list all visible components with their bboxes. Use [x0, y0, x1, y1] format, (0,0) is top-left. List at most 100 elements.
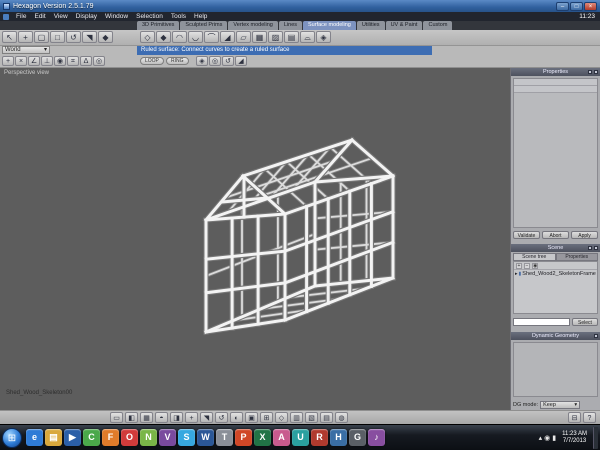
view-tool-5[interactable]: +	[185, 412, 198, 423]
view-tool-12[interactable]: ▥	[290, 412, 303, 423]
validate-button[interactable]: Validate	[513, 231, 540, 239]
view-tool-9[interactable]: ▣	[245, 412, 258, 423]
select-tool-0[interactable]: ↖	[2, 31, 17, 43]
menu-2[interactable]: View	[50, 12, 72, 21]
taskbar-clock[interactable]: 11:23 AM 7/7/2013	[559, 431, 590, 445]
surface-tool-3[interactable]: ◡	[188, 31, 203, 43]
surface-tool-2[interactable]: ◠	[172, 31, 187, 43]
panel-collapse-icon[interactable]	[588, 246, 592, 250]
view-tool-11[interactable]: ◇	[275, 412, 288, 423]
taskbar-icon-powerpoint[interactable]: P	[235, 429, 252, 446]
loop-button[interactable]: LOOP	[140, 57, 164, 65]
snap-tool-1[interactable]: ×	[15, 56, 27, 66]
menu-7[interactable]: Help	[190, 12, 211, 21]
view-tool-10[interactable]: ⊞	[260, 412, 273, 423]
taskbar-icon-media-player[interactable]: ▶	[64, 429, 81, 446]
menu-1[interactable]: Edit	[30, 12, 49, 21]
tab-scene-properties[interactable]: Properties	[555, 253, 598, 261]
dg-mode-dropdown[interactable]: Keep ▾	[540, 400, 581, 409]
apply-button[interactable]: Apply	[571, 231, 598, 239]
tray-icon-0[interactable]: ▴	[539, 434, 543, 442]
helper-tool-3[interactable]: ◢	[235, 56, 247, 66]
taskbar-icon-utility-2[interactable]: R	[311, 429, 328, 446]
tab-6[interactable]: UV & Paint	[385, 21, 423, 30]
expander-icon[interactable]: ▸	[515, 271, 518, 277]
panel-close-icon[interactable]	[594, 70, 598, 74]
tab-0[interactable]: 3D Primitives	[137, 21, 180, 30]
snap-tool-6[interactable]: Δ	[80, 56, 92, 66]
select-tool-5[interactable]: ◥	[82, 31, 97, 43]
view-tool-13[interactable]: ▧	[305, 412, 318, 423]
taskbar-icon-word[interactable]: W	[197, 429, 214, 446]
tab-5[interactable]: Utilities	[356, 21, 385, 30]
view-option-0[interactable]: ⊟	[568, 412, 581, 423]
view-option-1[interactable]: ?	[583, 412, 596, 423]
tab-3[interactable]: Lines	[278, 21, 303, 30]
snap-tool-2[interactable]: ∠	[28, 56, 40, 66]
tree-item[interactable]: ▸ ▮ Shed_Wood2_SkeletonFrame	[514, 270, 597, 278]
tab-4[interactable]: Surface modeling	[303, 21, 356, 30]
taskbar-icon-folder-explorer[interactable]: ▤	[45, 429, 62, 446]
surface-tool-10[interactable]: ⌓	[300, 31, 315, 43]
taskbar-icon-opera[interactable]: O	[121, 429, 138, 446]
tray-icon-2[interactable]: ▮	[552, 434, 556, 442]
view-tool-1[interactable]: ◧	[125, 412, 138, 423]
snap-tool-3[interactable]: ⊥	[41, 56, 53, 66]
tab-2[interactable]: Vertex modeling	[228, 21, 278, 30]
surface-tool-1[interactable]: ◆	[156, 31, 171, 43]
surface-tool-11[interactable]: ◈	[316, 31, 331, 43]
menu-0[interactable]: File	[12, 12, 30, 21]
minimize-button[interactable]: –	[556, 1, 569, 11]
surface-tool-5[interactable]: ◢	[220, 31, 235, 43]
scene-tool-0[interactable]: +	[516, 263, 522, 269]
view-tool-14[interactable]: ▤	[320, 412, 333, 423]
ring-button[interactable]: RING	[166, 57, 189, 65]
menu-3[interactable]: Display	[72, 12, 101, 21]
helper-tool-2[interactable]: ↺	[222, 56, 234, 66]
tab-1[interactable]: Sculpted Prims	[180, 21, 228, 30]
select-button[interactable]: Select	[572, 318, 598, 326]
panel-collapse-icon[interactable]	[594, 334, 598, 338]
helper-tool-1[interactable]: ◎	[209, 56, 221, 66]
taskbar-icon-music[interactable]: ♪	[368, 429, 385, 446]
view-tool-8[interactable]: ◐	[230, 412, 243, 423]
taskbar-icon-skype[interactable]: S	[178, 429, 195, 446]
maximize-button[interactable]: □	[570, 1, 583, 11]
taskbar-icon-text-editor[interactable]: T	[216, 429, 233, 446]
menu-6[interactable]: Tools	[167, 12, 190, 21]
tray-icon-1[interactable]: ◉	[544, 434, 550, 442]
world-selector[interactable]: World ▾	[2, 46, 50, 54]
close-button[interactable]: ×	[584, 1, 597, 11]
taskbar-icon-firefox[interactable]: F	[102, 429, 119, 446]
select-tool-4[interactable]: ↺	[66, 31, 81, 43]
taskbar-icon-utility-1[interactable]: U	[292, 429, 309, 446]
view-tool-4[interactable]: ◨	[170, 412, 183, 423]
scene-tool-1[interactable]: −	[524, 263, 530, 269]
tab-scene-tree[interactable]: Scene tree	[513, 253, 556, 261]
select-tool-2[interactable]: ▢	[34, 31, 49, 43]
select-tool-3[interactable]: □	[50, 31, 65, 43]
panel-collapse-icon[interactable]	[588, 70, 592, 74]
surface-tool-0[interactable]: ◇	[140, 31, 155, 43]
surface-tool-8[interactable]: ▨	[268, 31, 283, 43]
view-tool-2[interactable]: ▦	[140, 412, 153, 423]
view-tool-3[interactable]: ◓	[155, 412, 168, 423]
surface-tool-7[interactable]: ▦	[252, 31, 267, 43]
taskbar-icon-internet-explorer[interactable]: e	[26, 429, 43, 446]
start-button[interactable]: ⊞	[2, 427, 22, 448]
surface-tool-6[interactable]: ▱	[236, 31, 251, 43]
panel-close-icon[interactable]	[594, 246, 598, 250]
show-desktop-button[interactable]	[593, 426, 598, 449]
view-tool-6[interactable]: ◥	[200, 412, 213, 423]
helper-tool-0[interactable]: ◈	[196, 56, 208, 66]
abort-button[interactable]: Abort	[542, 231, 569, 239]
model-shed-frame[interactable]	[0, 68, 510, 410]
taskbar-icon-paint-app[interactable]: A	[273, 429, 290, 446]
taskbar-icon-utility-3[interactable]: G	[349, 429, 366, 446]
menu-4[interactable]: Window	[101, 12, 132, 21]
surface-tool-4[interactable]: ⌒	[204, 31, 219, 43]
taskbar-icon-chrome[interactable]: C	[83, 429, 100, 446]
surface-tool-9[interactable]: ▤	[284, 31, 299, 43]
view-tool-15[interactable]: ◍	[335, 412, 348, 423]
taskbar-icon-hexagon[interactable]: H	[330, 429, 347, 446]
